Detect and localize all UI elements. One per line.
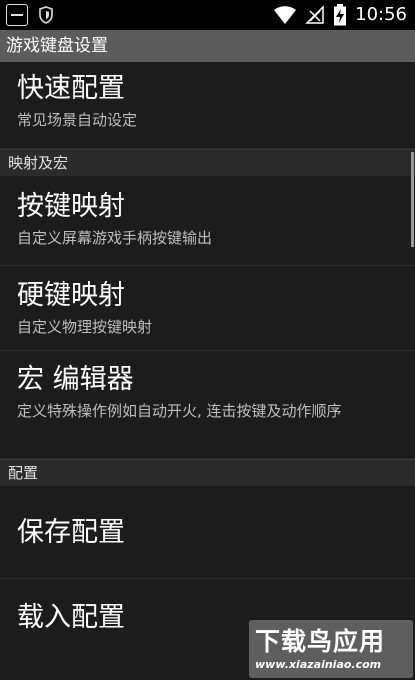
wifi-icon [274,6,297,24]
settings-list: 快速配置 常见场景自动设定 映射及宏 按键映射 自定义屏幕游戏手柄按键输出 硬键… [0,62,415,680]
item-subtitle: 定义特殊操作例如自动开火, 连击按键及动作顺序 [17,402,342,420]
section-header-config: 配置 [0,459,415,486]
shield-icon [39,6,53,24]
item-title: 快速配置 [17,73,125,104]
watermark-url: www.xiazainiao.com [255,658,382,671]
item-title: 保存配置 [17,517,125,548]
item-title: 宏 编辑器 [17,364,134,395]
item-subtitle: 自定义物理按键映射 [17,318,153,336]
page-title: 游戏键盘设置 [6,36,108,56]
section-header-mapping: 映射及宏 [0,149,415,176]
watermark: 下载鸟应用 www.xiazainiao.com [249,620,413,678]
macro-editor-item[interactable]: 宏 编辑器 定义特殊操作例如自动开火, 连击按键及动作顺序 [0,351,415,459]
signal-off-icon [305,5,324,24]
watermark-title: 下载鸟应用 [255,627,386,656]
key-mapping-item[interactable]: 按键映射 自定义屏幕游戏手柄按键输出 [0,176,415,266]
save-config-item[interactable]: 保存配置 [0,486,415,579]
item-title: 按键映射 [17,191,125,222]
item-title: 硬键映射 [17,280,125,311]
battery-charging-icon [334,4,347,26]
hard-key-mapping-item[interactable]: 硬键映射 自定义物理按键映射 [0,266,415,351]
status-bar: 10:56 [0,0,415,30]
item-subtitle: 自定义屏幕游戏手柄按键输出 [17,229,213,247]
title-bar: 游戏键盘设置 [0,30,415,62]
item-subtitle: 常见场景自动设定 [17,111,138,129]
app-notification-icon [6,4,28,26]
status-time: 10:56 [355,4,407,25]
quick-config-item[interactable]: 快速配置 常见场景自动设定 [0,62,415,149]
scrollbar[interactable] [411,152,414,247]
